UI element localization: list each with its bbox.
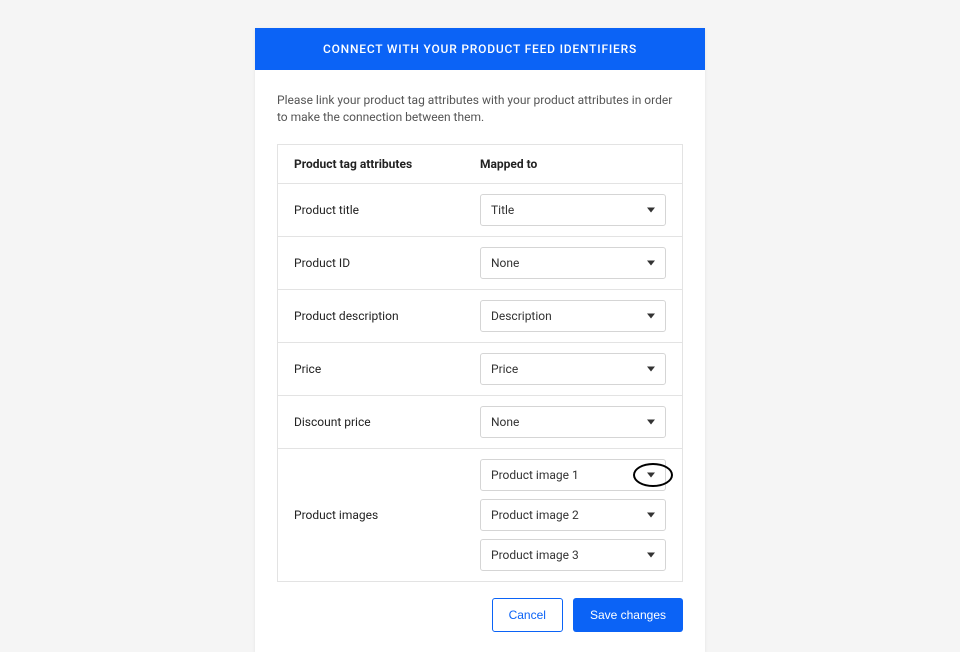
select-product-id[interactable]: None — [480, 247, 666, 279]
select-value: Product image 1 — [491, 468, 579, 482]
select-price[interactable]: Price — [480, 353, 666, 385]
chevron-down-icon — [647, 419, 655, 424]
chevron-down-icon — [647, 207, 655, 212]
panel-content: Please link your product tag attributes … — [255, 70, 705, 652]
chevron-down-icon — [647, 313, 655, 318]
row-product-id: Product ID None — [278, 237, 682, 290]
select-product-image-3[interactable]: Product image 3 — [480, 539, 666, 571]
row-discount-price: Discount price None — [278, 396, 682, 449]
select-product-image-1[interactable]: Product image 1 — [480, 459, 666, 491]
chevron-down-icon — [647, 512, 655, 517]
panel-title: CONNECT WITH YOUR PRODUCT FEED IDENTIFIE… — [323, 42, 637, 56]
select-product-image-2[interactable]: Product image 2 — [480, 499, 666, 531]
select-value: None — [491, 256, 519, 270]
label-product-id: Product ID — [294, 256, 480, 270]
select-value: None — [491, 415, 519, 429]
row-price: Price Price — [278, 343, 682, 396]
chevron-down-icon — [647, 260, 655, 265]
label-product-description: Product description — [294, 309, 480, 323]
label-product-title: Product title — [294, 203, 480, 217]
select-value: Price — [491, 362, 518, 376]
cancel-button[interactable]: Cancel — [492, 598, 563, 632]
save-button[interactable]: Save changes — [573, 598, 683, 632]
panel-banner: CONNECT WITH YOUR PRODUCT FEED IDENTIFIE… — [255, 28, 705, 70]
select-product-title[interactable]: Title — [480, 194, 666, 226]
header-mapped-to: Mapped to — [480, 157, 666, 171]
chevron-down-icon — [647, 472, 655, 477]
row-product-description: Product description Description — [278, 290, 682, 343]
table-header-row: Product tag attributes Mapped to — [278, 145, 682, 184]
row-product-images: Product images Product image 1 Product i… — [278, 449, 682, 581]
intro-text: Please link your product tag attributes … — [277, 92, 683, 126]
select-value: Description — [491, 309, 552, 323]
feed-mapping-panel: CONNECT WITH YOUR PRODUCT FEED IDENTIFIE… — [255, 28, 705, 652]
header-product-tag-attributes: Product tag attributes — [294, 157, 480, 171]
mapping-table: Product tag attributes Mapped to Product… — [277, 144, 683, 582]
select-value: Product image 2 — [491, 508, 579, 522]
label-product-images: Product images — [294, 508, 480, 522]
action-bar: Cancel Save changes — [277, 598, 683, 632]
select-product-description[interactable]: Description — [480, 300, 666, 332]
label-price: Price — [294, 362, 480, 376]
select-value: Title — [491, 203, 514, 217]
row-product-title: Product title Title — [278, 184, 682, 237]
select-discount-price[interactable]: None — [480, 406, 666, 438]
label-discount-price: Discount price — [294, 415, 480, 429]
select-value: Product image 3 — [491, 548, 579, 562]
chevron-down-icon — [647, 552, 655, 557]
chevron-down-icon — [647, 366, 655, 371]
